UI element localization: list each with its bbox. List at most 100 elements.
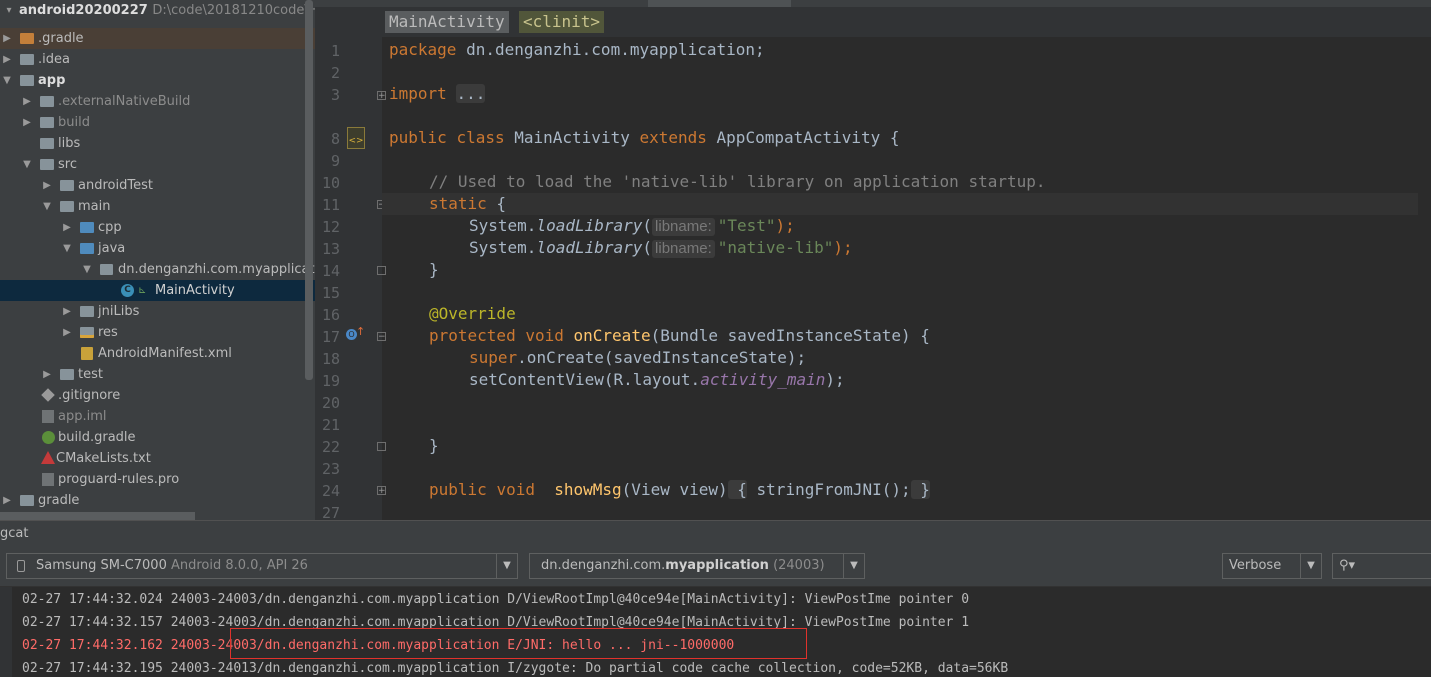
resource-folder-icon bbox=[80, 327, 94, 338]
tree-item-java[interactable]: ▼ java bbox=[0, 238, 315, 259]
breadcrumb-method[interactable]: <clinit> bbox=[519, 11, 605, 33]
process-name: myapplication bbox=[665, 558, 769, 573]
project-vertical-scrollbar[interactable] bbox=[305, 0, 313, 380]
folder-icon bbox=[40, 159, 54, 170]
line-number-gutter: 1 2 3 8 9 10 11 12 13 14 15 16 17 18 19 … bbox=[315, 37, 386, 520]
code-line-setcontent[interactable]: setContentView(R.layout.activity_main); bbox=[469, 370, 845, 389]
fold-collapse-icon[interactable]: − bbox=[377, 332, 386, 342]
fold-expand-icon[interactable]: + bbox=[377, 91, 386, 101]
folded-brace[interactable]: } bbox=[910, 480, 930, 499]
keyword: extends bbox=[639, 128, 707, 147]
code-line-comment[interactable]: // Used to load the 'native-lib' library… bbox=[429, 172, 1046, 191]
code-line-load-native[interactable]: System.loadLibrary(libname: "native-lib")… bbox=[469, 238, 853, 258]
tree-item-jnilibs[interactable]: ▶ jniLibs bbox=[0, 301, 315, 322]
tree-item-app-iml[interactable]: app.iml bbox=[0, 406, 315, 427]
code-line-brace[interactable]: } bbox=[429, 260, 439, 279]
folder-icon bbox=[60, 201, 74, 212]
code-line-static[interactable]: static { bbox=[429, 194, 506, 213]
collapsed-arrow-icon[interactable]: ▶ bbox=[22, 112, 32, 133]
collapsed-arrow-icon[interactable]: ▶ bbox=[22, 91, 32, 112]
tree-item-label: build.gradle bbox=[58, 430, 136, 445]
collapsed-arrow-icon[interactable]: ▶ bbox=[2, 28, 12, 49]
chevron-down-icon[interactable]: ▼ bbox=[843, 554, 864, 578]
code-line-super[interactable]: super.onCreate(savedInstanceState); bbox=[469, 348, 806, 367]
up-arrow-icon[interactable]: ↑ bbox=[356, 325, 365, 338]
code-line-class[interactable]: public class MainActivity extends AppCom… bbox=[389, 128, 900, 147]
line-number: 9 bbox=[330, 152, 340, 170]
tree-item-test[interactable]: ▶ test bbox=[0, 364, 315, 385]
tree-item-build-gradle[interactable]: build.gradle bbox=[0, 427, 315, 448]
tree-item-libs[interactable]: libs bbox=[0, 133, 315, 154]
logcat-search-input[interactable]: ⚲▾ bbox=[1332, 553, 1431, 579]
expand-arrow-icon[interactable]: ▼ bbox=[82, 259, 92, 280]
folded-brace[interactable]: { bbox=[727, 480, 747, 499]
code-line-brace[interactable]: } bbox=[429, 436, 439, 455]
tree-item-manifest[interactable]: AndroidManifest.xml bbox=[0, 343, 315, 364]
line-number: 2 bbox=[330, 64, 340, 82]
tree-item-externalnativebuild[interactable]: ▶ .externalNativeBuild bbox=[0, 91, 315, 112]
layout-file-icon[interactable]: <> bbox=[347, 127, 365, 149]
tree-item-gitignore[interactable]: .gitignore bbox=[0, 385, 315, 406]
tree-item-gradle[interactable]: ▶ gradle bbox=[0, 490, 315, 511]
project-root[interactable]: ▾ android20200227 D:\code\20181210code\H… bbox=[0, 0, 315, 21]
project-root-name: android20200227 bbox=[19, 3, 148, 18]
tree-item-idea[interactable]: ▶ .idea bbox=[0, 49, 315, 70]
package-icon bbox=[100, 264, 113, 275]
log-line[interactable]: 02-27 17:44:32.195 24003-24013/dn.dengan… bbox=[22, 661, 1008, 676]
code-line-load-test[interactable]: System.loadLibrary(libname: "Test"); bbox=[469, 216, 795, 236]
log-line[interactable]: 02-27 17:44:32.024 24003-24003/dn.dengan… bbox=[22, 592, 969, 607]
breadcrumb: MainActivity <clinit> bbox=[315, 7, 1431, 37]
tree-item-res[interactable]: ▶ res bbox=[0, 322, 315, 343]
expand-arrow-icon[interactable]: ▼ bbox=[42, 196, 52, 217]
tree-item-main[interactable]: ▼ main bbox=[0, 196, 315, 217]
code-editor[interactable]: MainActivity <clinit> 1 2 3 8 9 10 11 12… bbox=[315, 0, 1431, 520]
tree-item-package[interactable]: ▼ dn.denganzhi.com.myapplication bbox=[0, 259, 315, 280]
code-line-showmsg[interactable]: public void showMsg(View view) { stringF… bbox=[429, 480, 930, 499]
git-file-icon bbox=[41, 388, 55, 402]
tree-item-proguard[interactable]: proguard-rules.pro bbox=[0, 469, 315, 490]
fold-end-icon[interactable] bbox=[377, 266, 386, 275]
chevron-down-icon[interactable]: ▼ bbox=[1300, 554, 1321, 578]
folder-icon bbox=[20, 33, 34, 44]
string-literal: "native-lib" bbox=[717, 238, 834, 257]
tree-item-build[interactable]: ▶ build bbox=[0, 112, 315, 133]
device-select[interactable]: Samsung SM-C7000 Android 8.0.0, API 26 ▼ bbox=[6, 553, 518, 579]
tree-item-androidtest[interactable]: ▶ androidTest bbox=[0, 175, 315, 196]
cmake-file-icon bbox=[41, 451, 55, 464]
collapsed-arrow-icon[interactable]: ▶ bbox=[62, 217, 72, 238]
phone-icon bbox=[17, 560, 25, 572]
collapsed-arrow-icon[interactable]: ▶ bbox=[42, 364, 52, 385]
code-line-annotation[interactable]: @Override bbox=[429, 304, 516, 323]
tree-item-app[interactable]: ▼ app bbox=[0, 70, 315, 91]
process-select[interactable]: dn.denganzhi.com.myapplication (24003) ▼ bbox=[529, 553, 865, 579]
collapsed-arrow-icon[interactable]: ▶ bbox=[2, 49, 12, 70]
tree-item-gradle-dir[interactable]: ▶ .gradle bbox=[0, 28, 315, 49]
project-horizontal-scrollbar[interactable] bbox=[0, 512, 195, 520]
editor-scrollbar[interactable] bbox=[1418, 37, 1431, 520]
highlight-box bbox=[230, 628, 807, 659]
fold-end-icon[interactable] bbox=[377, 442, 386, 451]
breadcrumb-class[interactable]: MainActivity bbox=[385, 11, 509, 33]
tree-item-cpp[interactable]: ▶ cpp bbox=[0, 217, 315, 238]
tree-item-src[interactable]: ▼ src bbox=[0, 154, 315, 175]
expand-arrow-icon[interactable]: ▾ bbox=[4, 0, 14, 21]
project-panel: ▾ android20200227 D:\code\20181210code\H… bbox=[0, 0, 315, 520]
chevron-down-icon[interactable]: ▼ bbox=[496, 554, 517, 578]
collapsed-arrow-icon[interactable]: ▶ bbox=[62, 322, 72, 343]
expand-arrow-icon[interactable]: ▼ bbox=[2, 70, 12, 91]
paren: ( bbox=[642, 216, 653, 235]
log-level-select[interactable]: Verbose ▼ bbox=[1222, 553, 1322, 579]
code-line-package[interactable]: package dn.denganzhi.com.myapplication; bbox=[389, 40, 765, 59]
expand-arrow-icon[interactable]: ▼ bbox=[62, 238, 72, 259]
tree-item-mainactivity[interactable]: C ⊾ MainActivity bbox=[0, 280, 315, 301]
collapsed-arrow-icon[interactable]: ▶ bbox=[62, 301, 72, 322]
code-line-oncreate[interactable]: protected void onCreate(Bundle savedInst… bbox=[429, 326, 930, 345]
expand-arrow-icon[interactable]: ▼ bbox=[22, 154, 32, 175]
fold-expand-icon[interactable]: + bbox=[377, 486, 386, 496]
collapsed-arrow-icon[interactable]: ▶ bbox=[42, 175, 52, 196]
tree-item-label: proguard-rules.pro bbox=[58, 472, 180, 487]
code-line-import[interactable]: import ... bbox=[389, 84, 486, 103]
folded-imports[interactable]: ... bbox=[456, 84, 486, 103]
collapsed-arrow-icon[interactable]: ▶ bbox=[2, 490, 12, 511]
tree-item-cmakelists[interactable]: CMakeLists.txt bbox=[0, 448, 315, 469]
